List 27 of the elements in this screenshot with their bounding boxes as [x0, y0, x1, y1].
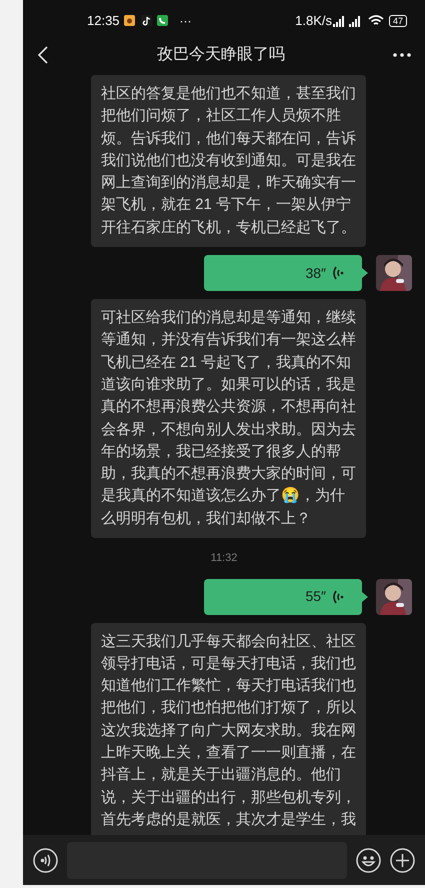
voice-input-icon[interactable] — [33, 848, 58, 872]
voice-message[interactable]: 55″ — [204, 578, 362, 615]
emoji-icon[interactable] — [356, 848, 381, 872]
plus-icon[interactable] — [390, 848, 415, 872]
timestamp: 11:32 — [210, 551, 238, 566]
app-notification-icon — [124, 15, 135, 26]
voice-duration: 55″ — [305, 587, 326, 606]
voice-wave-icon — [332, 588, 344, 605]
wifi-icon — [368, 14, 384, 26]
status-time: 12:35 — [87, 12, 120, 30]
voice-wave-icon — [332, 265, 344, 282]
bubble-tail — [362, 592, 368, 602]
chat-title: 孜巴今天睁眼了吗 — [156, 45, 286, 65]
message-bubble: 可社区给我们的消息却是等通知，继续等通知，并没有告诉我们有一架这么样飞机已经在 21 号起飞了，我真的不知道该向谁求助了。如果可以的话，我是真的不想再浪费公共资源，不想再向社会各界，不想向别人发出求助。因为去年的场景，我已经接受了很多人的帮助，我真的不想再浪费大家的时间，可是我真的不知道该怎么办了😭，为什么明明有包机，我们却做不上？ — [91, 299, 366, 538]
bubble-tail — [362, 268, 368, 278]
signal-icon — [332, 14, 363, 26]
message-bubble: 这三天我们几乎每天都会向社区、社区领导打电话，可是每天打电话，我们也知道他们工作繁忙，每天打电话我们也把他们，我们也怕把他们打烦了，所以这次我选择了向广大网友求助。我在网上昨天晚上关，查看了一一则直播，在抖音上，就是关于出疆消息的。他们说，关于出疆的出行，那些包机专列，首先考虑的是就医，其次才是学生，我 — [91, 622, 366, 835]
back-icon[interactable] — [37, 46, 49, 64]
phone-app-icon — [156, 15, 168, 26]
more-icon[interactable] — [393, 53, 411, 57]
voice-duration: 38″ — [305, 264, 326, 283]
tiktok-icon — [140, 15, 152, 26]
message-bubble: 社区的答复是他们也不知道，甚至我们把他们问烦了，社区工作人员烦不胜烦。告诉我们，他们每天都在问，告诉我们说他们也没有收到通知。可是我在网上查询到的消息却是，昨天确实有一架飞机，就在 21 号下午，一架从伊宁开往石家庄的飞机，专机已经起飞了。 — [91, 75, 366, 248]
network-speed: 1.8K/s — [295, 12, 332, 30]
battery-indicator: 47 — [388, 14, 407, 26]
more-notifications: ··· — [180, 12, 192, 30]
voice-message[interactable]: 38″ — [204, 255, 362, 292]
